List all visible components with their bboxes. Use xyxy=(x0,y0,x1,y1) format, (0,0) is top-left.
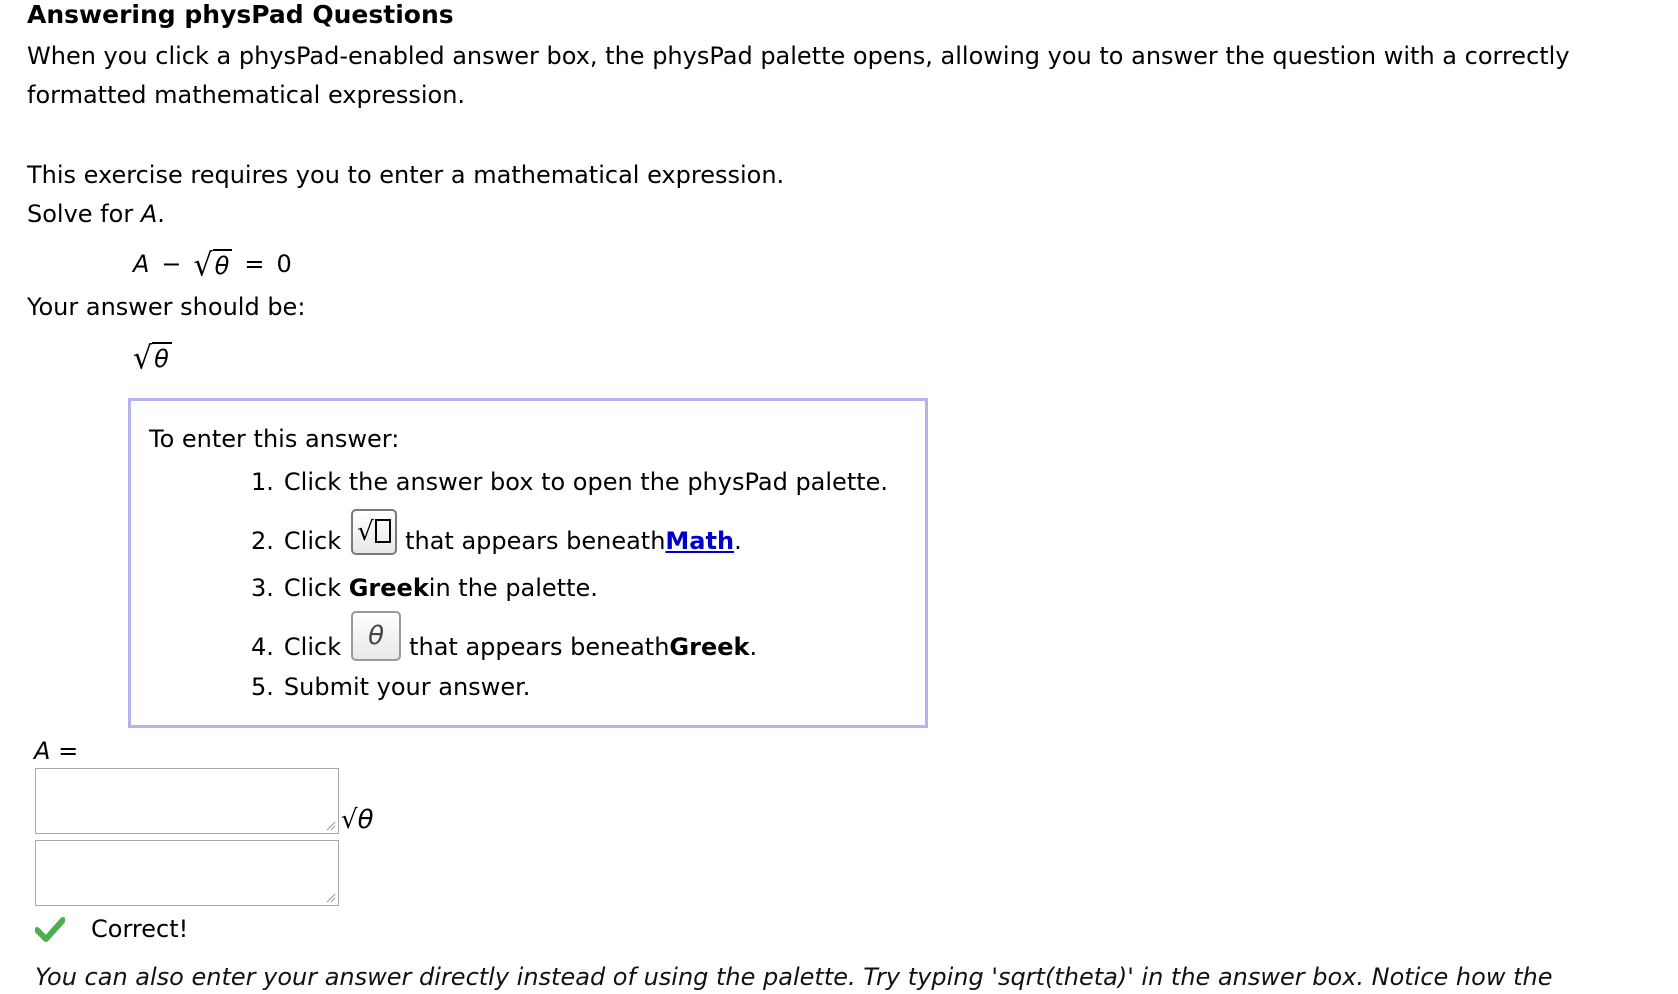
greek-label: Greek xyxy=(669,633,750,661)
prompt-line-2: Solve for A. xyxy=(27,200,165,228)
prompt-line-1: This exercise requires you to enter a ma… xyxy=(27,161,785,189)
answer-label: Your answer should be: xyxy=(27,293,306,321)
answer-variable-label: A = xyxy=(34,737,79,765)
equation-rhs: 0 xyxy=(276,250,292,278)
instructions-heading: To enter this answer: xyxy=(149,425,400,453)
resize-handle-icon[interactable] xyxy=(324,819,336,831)
feedback-correct: Correct! xyxy=(35,912,188,946)
radical-sign: √ xyxy=(193,247,213,284)
footer-note: You can also enter your answer directly … xyxy=(35,963,1553,991)
check-icon xyxy=(35,917,65,942)
page-title: Answering physPad Questions xyxy=(27,0,454,29)
sqrt-palette-icon: √ xyxy=(357,518,391,546)
step-5: 5. Submit your answer. xyxy=(251,673,531,701)
equation-equals: = xyxy=(244,250,265,278)
equation: A − √ θ = 0 xyxy=(133,244,292,284)
equation-minus: − xyxy=(161,250,182,278)
step-4: 4. Click θ that appears beneath Greek. xyxy=(251,611,757,665)
theta-palette-button[interactable]: θ xyxy=(351,611,402,661)
solve-variable: A xyxy=(140,200,158,228)
step-2: 2. Click √ that appears beneath Math. xyxy=(251,509,742,559)
page-content: Answering physPad Questions When you cli… xyxy=(27,0,1667,991)
answer-input[interactable] xyxy=(35,768,339,834)
step-1: 1. Click the answer box to open the phys… xyxy=(251,468,889,496)
equation-variable: A xyxy=(133,250,150,278)
expected-sqrt: √ θ xyxy=(133,340,172,374)
radicand: θ xyxy=(152,342,172,374)
radicand: θ xyxy=(212,249,233,281)
intro-text: When you click a physPad-enabled answer … xyxy=(27,42,1570,109)
feedback-text: Correct! xyxy=(91,915,189,943)
theta-icon: θ xyxy=(368,621,385,651)
instructions-box: To enter this answer: 1. Click the answe… xyxy=(128,398,928,728)
equation-sqrt: √ θ xyxy=(194,247,233,281)
exercise-prompt: This exercise requires you to enter a ma… xyxy=(27,156,784,234)
answer-input-secondary[interactable] xyxy=(35,840,339,906)
resize-handle-icon[interactable] xyxy=(324,891,336,903)
greek-label: Greek xyxy=(348,574,429,602)
expected-answer: √ θ xyxy=(133,340,172,374)
answer-preview: √θ xyxy=(341,805,374,835)
math-link[interactable]: Math xyxy=(665,523,734,559)
sqrt-palette-button[interactable]: √ xyxy=(351,509,398,555)
radical-sign: √ xyxy=(133,340,153,377)
step-3: 3. Click Greek in the palette. xyxy=(251,570,598,606)
